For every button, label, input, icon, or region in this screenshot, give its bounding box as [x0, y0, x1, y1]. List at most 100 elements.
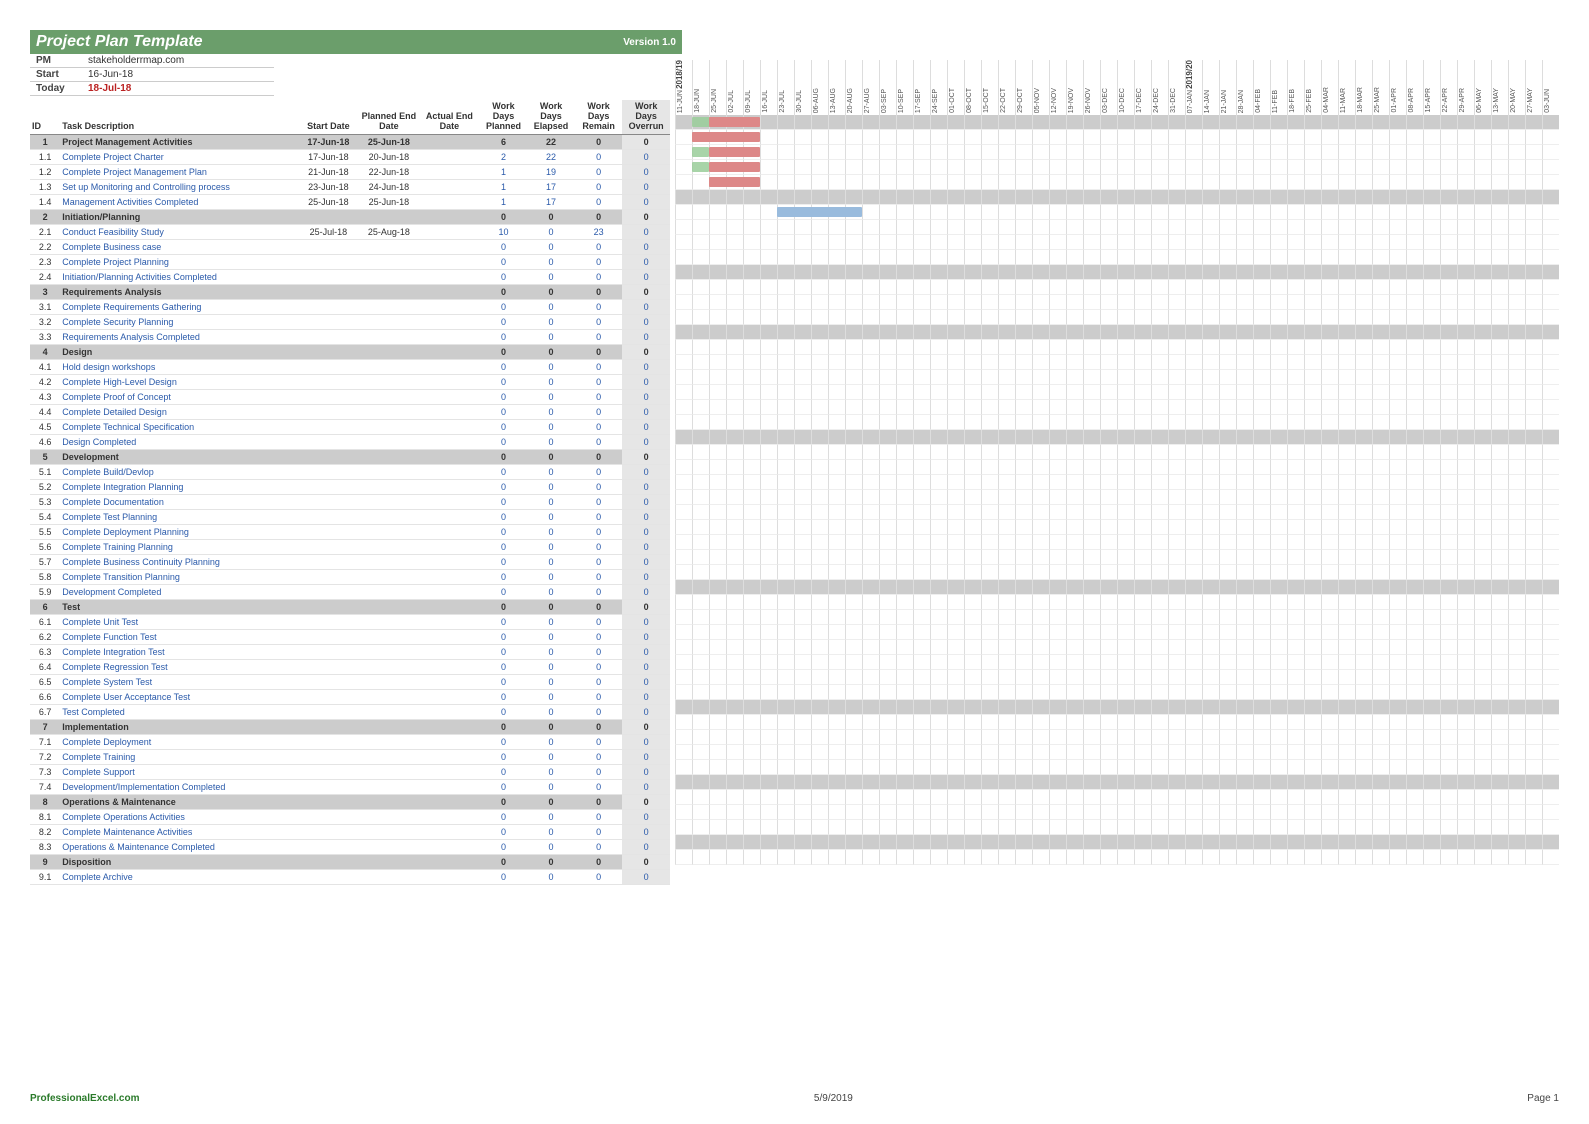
- cell-wdo: 0: [622, 659, 670, 674]
- cell-wdp: 0: [480, 449, 528, 464]
- cell-wde: 0: [527, 209, 575, 224]
- week-label: 30-JUL: [796, 90, 803, 113]
- cell-wdo: 0: [622, 374, 670, 389]
- cell-actual: [419, 854, 480, 869]
- table-row: 6.5Complete System Test0000: [30, 674, 670, 689]
- cell-wdr: 0: [575, 779, 623, 794]
- col-wdp: Work Days Planned: [480, 100, 528, 134]
- cell-planned: [359, 539, 420, 554]
- cell-wde: 0: [527, 809, 575, 824]
- week-header: 08-OCT: [964, 60, 981, 115]
- cell-wdp: 0: [480, 599, 528, 614]
- cell-wde: 0: [527, 614, 575, 629]
- week-header: 03-DEC: [1100, 60, 1117, 115]
- cell-wde: 0: [527, 824, 575, 839]
- page-title: Project Plan Template: [36, 33, 623, 51]
- cell-id: 7.3: [30, 764, 60, 779]
- cell-actual: [419, 299, 480, 314]
- week-label: 15-OCT: [983, 88, 990, 113]
- cell-start: [298, 419, 359, 434]
- cell-planned: [359, 869, 420, 884]
- week-label: 23-JUL: [779, 90, 786, 113]
- cell-start: [298, 344, 359, 359]
- cell-wdr: 0: [575, 404, 623, 419]
- cell-actual: [419, 509, 480, 524]
- cell-task: Complete Technical Specification: [60, 419, 298, 434]
- week-header: 25-MAR: [1372, 60, 1389, 115]
- cell-wdp: 0: [480, 239, 528, 254]
- gantt-row: [675, 430, 1575, 445]
- gantt-row: [675, 760, 1575, 775]
- col-wdr: Work Days Remain: [575, 100, 623, 134]
- cell-start: [298, 839, 359, 854]
- cell-id: 3.3: [30, 329, 60, 344]
- cell-planned: [359, 329, 420, 344]
- cell-id: 6.4: [30, 659, 60, 674]
- week-header: 04-MAR: [1321, 60, 1338, 115]
- gantt-row: [675, 385, 1575, 400]
- cell-wdp: 0: [480, 359, 528, 374]
- cell-wdp: 0: [480, 374, 528, 389]
- cell-start: [298, 404, 359, 419]
- gantt-row: [675, 745, 1575, 760]
- cell-wdo: 0: [622, 734, 670, 749]
- cell-actual: [419, 434, 480, 449]
- cell-actual: [419, 869, 480, 884]
- cell-planned: [359, 449, 420, 464]
- cell-planned: [359, 209, 420, 224]
- gantt-row: [675, 610, 1575, 625]
- cell-wdo: 0: [622, 764, 670, 779]
- cell-wde: 0: [527, 689, 575, 704]
- table-row: 6.2Complete Function Test0000: [30, 629, 670, 644]
- cell-start: [298, 794, 359, 809]
- week-label: 04-FEB: [1255, 89, 1262, 113]
- cell-wdo: 0: [622, 614, 670, 629]
- cell-id: 6.2: [30, 629, 60, 644]
- cell-wde: 0: [527, 374, 575, 389]
- table-row: 4.2Complete High-Level Design0000: [30, 374, 670, 389]
- table-row: 8.2Complete Maintenance Activities0000: [30, 824, 670, 839]
- cell-id: 2: [30, 209, 60, 224]
- table-row: 4Design0000: [30, 344, 670, 359]
- cell-actual: [419, 779, 480, 794]
- cell-wdo: 0: [622, 779, 670, 794]
- cell-wdr: 0: [575, 809, 623, 824]
- cell-wdp: 0: [480, 644, 528, 659]
- cell-task: Complete Proof of Concept: [60, 389, 298, 404]
- gantt-row: [675, 655, 1575, 670]
- cell-wdr: 0: [575, 434, 623, 449]
- gantt-bar-red: [692, 132, 760, 142]
- cell-wdo: 0: [622, 494, 670, 509]
- cell-task: Complete Unit Test: [60, 614, 298, 629]
- cell-start: [298, 449, 359, 464]
- cell-wdo: 0: [622, 824, 670, 839]
- week-header: 31-DEC: [1168, 60, 1185, 115]
- cell-wdr: 0: [575, 854, 623, 869]
- cell-wdo: 0: [622, 809, 670, 824]
- cell-wde: 17: [527, 194, 575, 209]
- cell-wde: 0: [527, 434, 575, 449]
- cell-wde: 19: [527, 164, 575, 179]
- cell-wde: 0: [527, 749, 575, 764]
- week-label: 01-OCT: [949, 88, 956, 113]
- table-row: 5Development0000: [30, 449, 670, 464]
- gantt-row: [675, 130, 1575, 145]
- week-header: 22-OCT: [998, 60, 1015, 115]
- cell-wdp: 0: [480, 254, 528, 269]
- cell-wdo: 0: [622, 149, 670, 164]
- cell-planned: [359, 614, 420, 629]
- week-label: 22-APR: [1442, 88, 1449, 113]
- cell-start: [298, 869, 359, 884]
- cell-task: Operations & Maintenance Completed: [60, 839, 298, 854]
- cell-planned: 20-Jun-18: [359, 149, 420, 164]
- cell-actual: [419, 314, 480, 329]
- cell-planned: [359, 314, 420, 329]
- cell-wdp: 0: [480, 809, 528, 824]
- gantt-row: [675, 460, 1575, 475]
- cell-wdp: 0: [480, 719, 528, 734]
- cell-actual: [419, 659, 480, 674]
- week-label: 11-MAR: [1340, 88, 1347, 113]
- week-label: 15-APR: [1425, 88, 1432, 113]
- gantt-row: [675, 340, 1575, 355]
- week-label: 27-AUG: [864, 88, 871, 113]
